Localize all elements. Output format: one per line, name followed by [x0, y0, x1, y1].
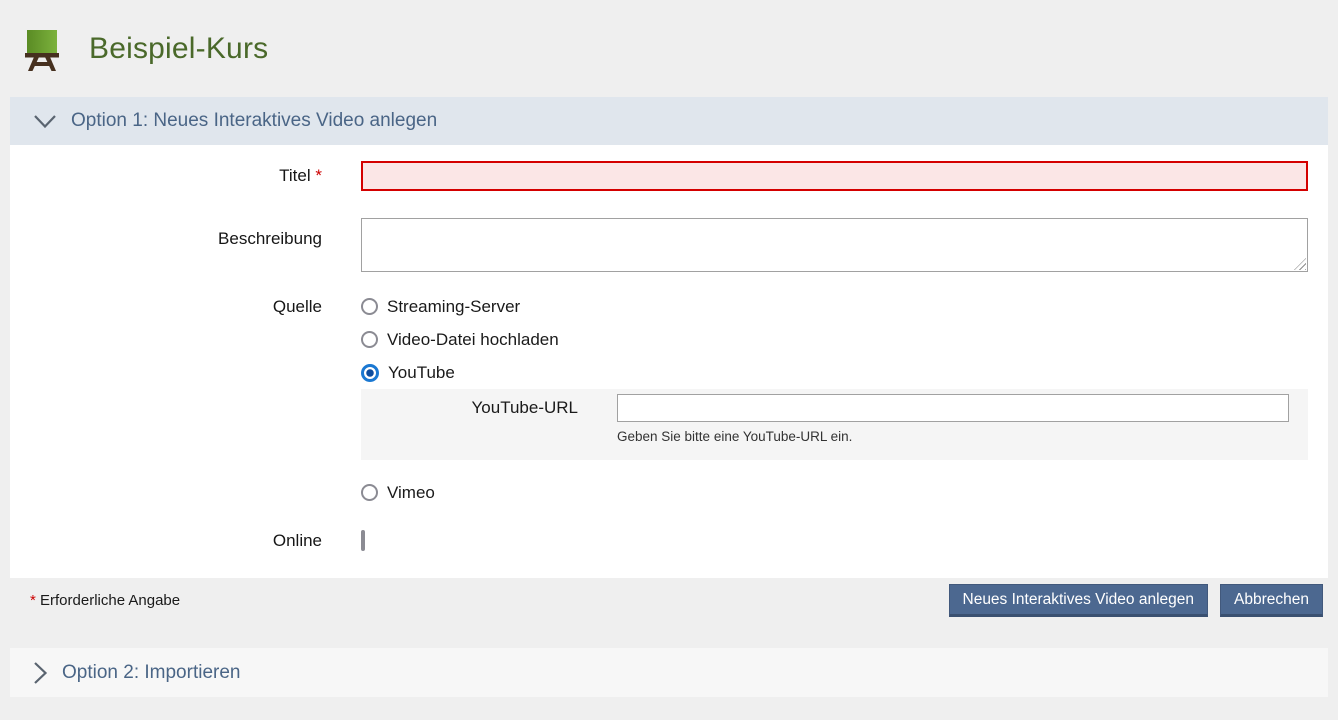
radio-icon[interactable]	[361, 331, 378, 348]
radio-label[interactable]: Video-Datei hochladen	[387, 330, 559, 350]
radio-youtube[interactable]: YouTube	[361, 356, 1308, 389]
quelle-row: Quelle Streaming-Server Video-Datei hoch…	[10, 290, 1308, 509]
radio-vimeo[interactable]: Vimeo	[361, 476, 1308, 509]
online-checkbox[interactable]	[361, 530, 365, 551]
titel-label: Titel *	[10, 161, 361, 191]
beschreibung-row: Beschreibung	[10, 218, 1308, 272]
option2-title: Option 2: Importieren	[62, 662, 240, 684]
online-label: Online	[10, 531, 361, 551]
radio-streaming-server[interactable]: Streaming-Server	[361, 290, 1308, 323]
titel-input[interactable]	[361, 161, 1308, 191]
footer-buttons: Neues Interaktives Video anlegen Abbrech…	[949, 584, 1324, 617]
page-title: Beispiel-Kurs	[89, 32, 268, 66]
option1-form: Titel * Beschreibung Quelle	[10, 145, 1328, 578]
radio-label[interactable]: Streaming-Server	[387, 297, 520, 317]
radio-video-datei-hochladen[interactable]: Video-Datei hochladen	[361, 323, 1308, 356]
required-note: * Erforderliche Angabe	[30, 592, 949, 609]
radio-icon[interactable]	[361, 298, 378, 315]
option2-accordion-header[interactable]: Option 2: Importieren	[10, 648, 1328, 697]
beschreibung-textarea[interactable]	[361, 218, 1308, 272]
option1-title: Option 1: Neues Interaktives Video anleg…	[71, 110, 437, 132]
option1-accordion-header[interactable]: Option 1: Neues Interaktives Video anleg…	[10, 97, 1328, 145]
chevron-right-icon	[33, 661, 48, 685]
youtube-url-hint: Geben Sie bitte eine YouTube-URL ein.	[617, 429, 1308, 444]
required-asterisk: *	[315, 166, 322, 185]
required-asterisk: *	[30, 592, 36, 609]
titel-row: Titel *	[10, 161, 1308, 191]
radio-icon-checked[interactable]	[361, 364, 379, 382]
chevron-down-icon	[33, 114, 57, 129]
form-footer: * Erforderliche Angabe Neues Interaktive…	[10, 578, 1328, 623]
content: Option 1: Neues Interaktives Video anleg…	[10, 97, 1328, 697]
youtube-url-input[interactable]	[617, 394, 1289, 422]
radio-label[interactable]: Vimeo	[387, 483, 435, 503]
youtube-url-subpanel: YouTube-URL Geben Sie bitte eine YouTube…	[361, 389, 1308, 460]
page-header: Beispiel-Kurs	[0, 0, 1338, 97]
section-gap	[10, 623, 1328, 648]
beschreibung-label: Beschreibung	[10, 218, 361, 249]
radio-label[interactable]: YouTube	[388, 363, 455, 383]
radio-icon[interactable]	[361, 484, 378, 501]
option2-section: Option 2: Importieren	[10, 648, 1328, 697]
option1-section: Option 1: Neues Interaktives Video anleg…	[10, 97, 1328, 623]
course-blackboard-icon	[20, 26, 64, 72]
submit-button[interactable]: Neues Interaktives Video anlegen	[949, 584, 1209, 617]
quelle-label: Quelle	[10, 290, 361, 323]
online-row: Online	[10, 531, 1308, 551]
youtube-url-label: YouTube-URL	[361, 398, 617, 418]
cancel-button[interactable]: Abbrechen	[1220, 584, 1323, 617]
